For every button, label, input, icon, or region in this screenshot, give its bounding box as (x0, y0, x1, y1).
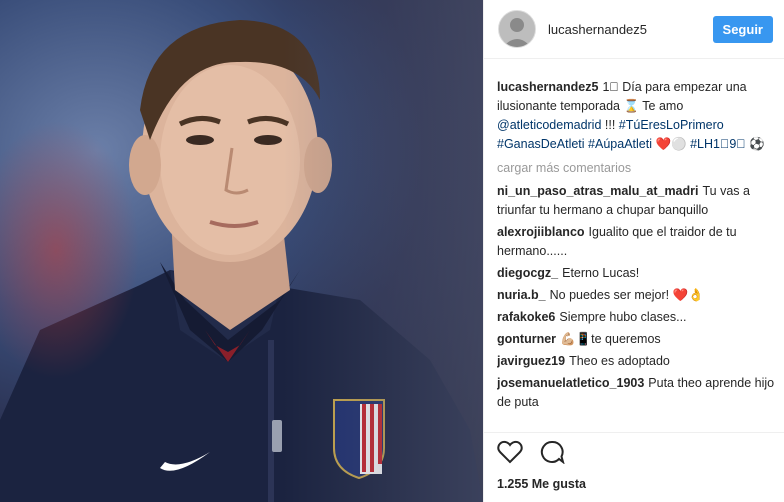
comment-icon[interactable] (539, 440, 565, 469)
comment: ni_un_paso_atras_malu_at_madri Tu vas a t… (497, 182, 775, 220)
follow-button[interactable]: Seguir (712, 15, 773, 43)
post-header: lucashernandez5 Seguir (484, 0, 784, 59)
caption-hashtag-2[interactable]: #GanasDeAtleti (497, 137, 585, 151)
comment-username[interactable]: nuria.b_ (497, 288, 546, 302)
comment: josemanuelatletico_1903 Puta theo aprende… (497, 374, 775, 412)
instagram-post: lucashernandez5 Seguir lucashernandez5 1⃣… (0, 0, 784, 502)
comment-username[interactable]: javirguez19 (497, 354, 565, 368)
comment-text: No puedes ser mejor! ❤️👌 (549, 288, 704, 302)
caption-hashtag-1[interactable]: #TúEresLoPrimero (619, 118, 724, 132)
avatar-image (499, 11, 535, 47)
comment-username[interactable]: ni_un_paso_atras_malu_at_madri (497, 184, 698, 198)
comment-text: 💪🏼📱te queremos (560, 332, 661, 346)
post-caption: lucashernandez5 1⃣ Día para empezar una i… (497, 78, 775, 154)
photo-background-right (283, 0, 483, 502)
load-more-comments[interactable]: cargar más comentarios (497, 159, 775, 178)
comment: rafakoke6 Siempre hubo clases... (497, 308, 775, 327)
caption-mention[interactable]: @atleticodemadrid (497, 118, 601, 132)
comment-username[interactable]: alexrojiiblanco (497, 225, 585, 239)
comment-username[interactable]: josemanuelatletico_1903 (497, 376, 644, 390)
author-avatar[interactable] (498, 10, 536, 48)
comment-text: Theo es adoptado (569, 354, 670, 368)
action-bar (497, 440, 565, 469)
comment: nuria.b_ No puedes ser mejor! ❤️👌 (497, 286, 775, 305)
comment: diegocgz_ Eterno Lucas! (497, 264, 775, 283)
comment-username[interactable]: diegocgz_ (497, 266, 558, 280)
caption-hashtag-4[interactable]: #LH1⃣9⃣ (690, 137, 746, 151)
post-photo (0, 0, 483, 502)
comment: alexrojiiblanco Igualito que el traidor d… (497, 223, 775, 261)
heart-icon[interactable] (497, 440, 523, 469)
comment: gonturner 💪🏼📱te queremos (497, 330, 775, 349)
comment: javirguez19 Theo es adoptado (497, 352, 775, 371)
comment-text: Siempre hubo clases... (559, 310, 687, 324)
comment-text: Eterno Lucas! (562, 266, 640, 280)
comment-username[interactable]: rafakoke6 (497, 310, 555, 324)
caption-author[interactable]: lucashernandez5 (497, 80, 598, 94)
caption-hashtag-3[interactable]: #AúpaAtleti (588, 137, 652, 151)
comments-list: lucashernandez5 1⃣ Día para empezar una i… (497, 78, 775, 438)
caption-text-2: !!! (601, 118, 619, 132)
author-username[interactable]: lucashernandez5 (548, 22, 713, 37)
actions-divider (483, 432, 784, 433)
caption-text-5: ❤️⚪ (651, 137, 691, 151)
comment-username[interactable]: gonturner (497, 332, 556, 346)
likes-count[interactable]: 1.255 Me gusta (497, 477, 586, 491)
caption-text-6: ⚽ (745, 137, 765, 151)
photo-background-red (0, 120, 140, 380)
